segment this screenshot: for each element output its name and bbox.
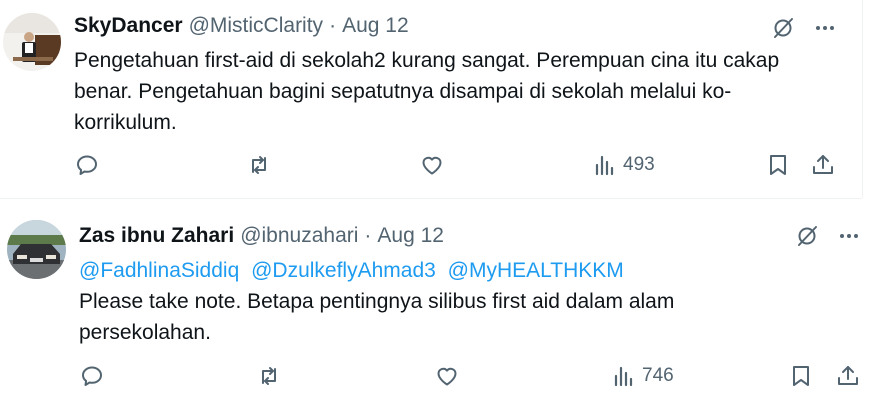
views-button[interactable]: 493 <box>593 153 655 177</box>
views-button[interactable]: 746 <box>612 364 674 388</box>
more-icon[interactable] <box>837 224 861 248</box>
user-handle[interactable]: @MisticClarity <box>189 14 323 38</box>
tweet-top-actions <box>771 16 837 40</box>
action-bar: 493 <box>0 153 862 181</box>
mention-list: @FadhlinaSiddiq @DzulkeflyAhmad3 @MyHEAL… <box>79 255 839 286</box>
separator-dot: · <box>329 14 337 37</box>
view-count: 746 <box>642 365 674 386</box>
like-icon <box>435 364 459 388</box>
tweet-text-line: Please take note. Betapa pentingnya sili… <box>79 290 675 313</box>
views-icon <box>593 153 617 177</box>
share-icon <box>836 364 860 388</box>
share-icon <box>811 153 835 177</box>
tweet-header: SkyDancer @MisticClarity · Aug 12 <box>74 14 409 38</box>
view-count: 493 <box>623 154 655 175</box>
avatar[interactable] <box>3 13 61 71</box>
reply-button[interactable] <box>75 153 99 177</box>
bookmark-icon <box>766 153 790 177</box>
display-name[interactable]: SkyDancer <box>74 14 183 38</box>
timestamp[interactable]: Aug 12 <box>342 14 409 38</box>
tweet-text-line: Pengetahuan first-aid di sekolah2 kurang… <box>74 49 780 72</box>
views-icon <box>612 364 636 388</box>
action-bar: 746 <box>0 364 883 392</box>
share-button[interactable] <box>811 153 835 177</box>
tweet-text: Pengetahuan first-aid di sekolah2 kurang… <box>74 45 849 138</box>
avatar-image <box>3 13 61 71</box>
reply-button[interactable] <box>80 364 104 388</box>
grok-slash-icon[interactable] <box>771 16 795 40</box>
tweet[interactable]: Zas ibnu Zahari @ibnuzahari · Aug 12 @Fa… <box>0 199 883 406</box>
mention-link[interactable]: @MyHEALTHKKM <box>448 259 624 282</box>
more-icon[interactable] <box>813 16 837 40</box>
share-button[interactable] <box>836 364 860 388</box>
tweet-top-actions <box>795 224 861 248</box>
repost-button[interactable] <box>247 153 271 177</box>
repost-icon <box>247 153 271 177</box>
tweet-text-line: korrikulum. <box>74 111 177 134</box>
tweet-text: @FadhlinaSiddiq @DzulkeflyAhmad3 @MyHEAL… <box>79 255 839 348</box>
mention-link[interactable]: @FadhlinaSiddiq <box>79 259 239 282</box>
display-name[interactable]: Zas ibnu Zahari <box>79 224 234 248</box>
like-button[interactable] <box>435 364 459 388</box>
timestamp[interactable]: Aug 12 <box>377 224 444 248</box>
user-handle[interactable]: @ibnuzahari <box>240 224 358 248</box>
avatar-image <box>7 220 66 279</box>
bookmark-icon <box>789 364 813 388</box>
bookmark-button[interactable] <box>766 153 790 177</box>
separator-dot: · <box>364 224 372 247</box>
like-icon <box>420 153 444 177</box>
tweet-text-line: benar. Pengetahuan bagini sepatutnya dis… <box>74 80 732 103</box>
avatar[interactable] <box>7 220 66 279</box>
grok-slash-icon[interactable] <box>795 224 819 248</box>
reply-icon <box>75 153 99 177</box>
mention-link[interactable]: @DzulkeflyAhmad3 <box>251 259 436 282</box>
repost-icon <box>257 364 281 388</box>
repost-button[interactable] <box>257 364 281 388</box>
tweet-text-line: persekolahan. <box>79 321 211 344</box>
like-button[interactable] <box>420 153 444 177</box>
reply-icon <box>80 364 104 388</box>
tweet[interactable]: SkyDancer @MisticClarity · Aug 12 Penget… <box>0 0 863 198</box>
bookmark-button[interactable] <box>789 364 813 388</box>
tweet-header: Zas ibnu Zahari @ibnuzahari · Aug 12 <box>79 224 444 248</box>
